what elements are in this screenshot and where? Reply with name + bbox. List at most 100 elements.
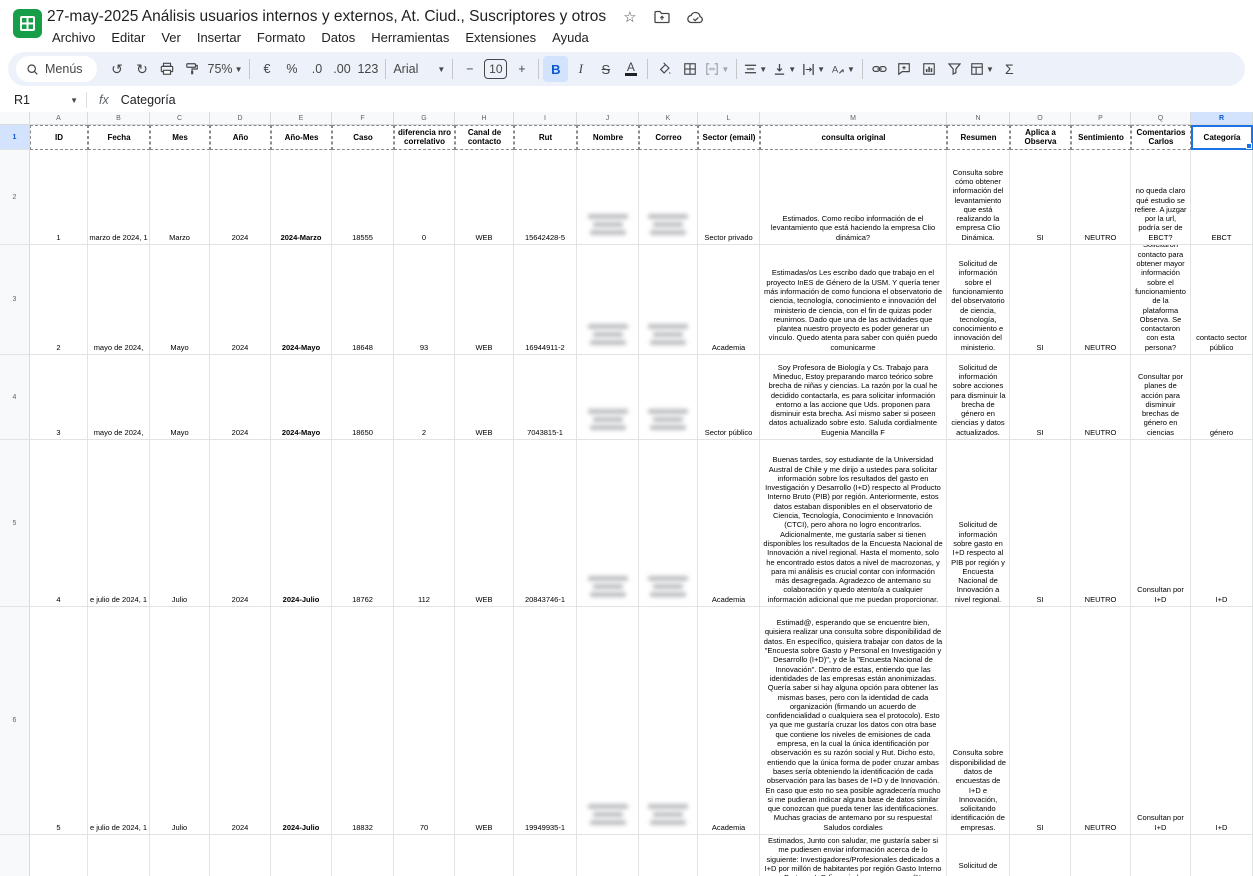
column-header-J[interactable]: J [577,112,639,125]
cell-L6[interactable]: Academia [698,607,760,835]
cell-F7[interactable] [332,835,394,876]
cell-H4[interactable]: WEB [455,355,514,440]
cell-C3[interactable]: Mayo [150,245,210,355]
cell-P5[interactable]: NEUTRO [1071,440,1131,607]
cell-H3[interactable]: WEB [455,245,514,355]
merge-cells-button[interactable]: ▼ [702,56,732,82]
cell-O2[interactable]: SI [1010,150,1071,245]
cell-E2[interactable]: 2024-Marzo [271,150,332,245]
font-size-input[interactable]: 10 [484,59,507,79]
cell-N6[interactable]: Consulta sobre disponibilidad de datos d… [947,607,1010,835]
text-rotation-button[interactable]: A ▼ [828,56,858,82]
cell-R4[interactable]: género [1191,355,1253,440]
cell-Q6[interactable]: Consultan por I+D [1131,607,1191,835]
cell-N3[interactable]: Solicitud de información sobre el funcio… [947,245,1010,355]
column-header-O[interactable]: O [1010,112,1071,125]
cell-N4[interactable]: Solicitud de información sobre acciones … [947,355,1010,440]
cell-G5[interactable]: 112 [394,440,455,607]
cell-Q3[interactable]: Solicitaron contacto para obtener mayor … [1131,245,1191,355]
cell-R5[interactable]: I+D [1191,440,1253,607]
cell-L2[interactable]: Sector privado [698,150,760,245]
cloud-saved-icon[interactable] [687,11,705,24]
cell-I6[interactable]: 19949935-1 [514,607,577,835]
cell-N2[interactable]: Consulta sobre cómo obtener información … [947,150,1010,245]
cell-A5[interactable]: 4 [30,440,88,607]
row-header-2[interactable]: 2 [0,150,30,245]
cell-H7[interactable] [455,835,514,876]
table-views-button[interactable]: ▼ [967,56,997,82]
cell-D4[interactable]: 2024 [210,355,271,440]
cell-B4[interactable]: mayo de 2024, [88,355,150,440]
cell-P1[interactable]: Sentimiento [1071,125,1131,150]
italic-button[interactable]: I [568,56,593,82]
cell-N7[interactable]: Solicitud de [947,835,1010,876]
cell-R6[interactable]: I+D [1191,607,1253,835]
name-box[interactable]: R1 ▼ [0,93,86,107]
menu-insertar[interactable]: Insertar [189,28,249,47]
cell-N5[interactable]: Solicitud de información sobre gasto en … [947,440,1010,607]
cell-K4[interactable] [639,355,698,440]
cell-L7[interactable] [698,835,760,876]
column-header-A[interactable]: A [30,112,88,125]
column-header-B[interactable]: B [88,112,150,125]
cell-A7[interactable] [30,835,88,876]
cell-G6[interactable]: 70 [394,607,455,835]
cell-R7[interactable] [1191,835,1253,876]
column-header-F[interactable]: F [332,112,394,125]
column-header-C[interactable]: C [150,112,210,125]
cell-H1[interactable]: Canal de contacto [455,125,514,150]
column-header-R[interactable]: R [1191,112,1253,125]
cell-P3[interactable]: NEUTRO [1071,245,1131,355]
cell-M6[interactable]: Estimad@, esperando que se encuentre bie… [760,607,947,835]
cell-J1[interactable]: Nombre [577,125,639,150]
column-header-N[interactable]: N [947,112,1010,125]
cell-L5[interactable]: Academia [698,440,760,607]
increase-decimal-button[interactable]: .00 [329,56,354,82]
cell-E6[interactable]: 2024-Julio [271,607,332,835]
fill-handle[interactable] [1246,143,1252,149]
cell-Q2[interactable]: no queda claro qué estudio se refiere. A… [1131,150,1191,245]
cell-E4[interactable]: 2024-Mayo [271,355,332,440]
formula-input[interactable]: Categoría [121,93,176,107]
cell-R3[interactable]: contacto sector público [1191,245,1253,355]
increase-font-size-button[interactable]: + [509,56,534,82]
more-formats-button[interactable]: 123 [354,56,381,82]
menu-archivo[interactable]: Archivo [44,28,103,47]
column-header-P[interactable]: P [1071,112,1131,125]
zoom-select[interactable]: 75% ▼ [205,56,246,82]
decrease-font-size-button[interactable]: − [457,56,482,82]
cell-L4[interactable]: Sector público [698,355,760,440]
column-header-E[interactable]: E [271,112,332,125]
cell-I3[interactable]: 16944911-2 [514,245,577,355]
borders-button[interactable] [677,56,702,82]
cell-M4[interactable]: Soy Profesora de Biología y Cs. Trabajo … [760,355,947,440]
decrease-decimal-button[interactable]: .0 [304,56,329,82]
strikethrough-button[interactable]: S [593,56,618,82]
cell-M5[interactable]: Buenas tardes, soy estudiante de la Univ… [760,440,947,607]
cell-C7[interactable] [150,835,210,876]
text-color-button[interactable]: A [618,56,643,82]
row-header-3[interactable]: 3 [0,245,30,355]
cell-P2[interactable]: NEUTRO [1071,150,1131,245]
cell-O7[interactable] [1010,835,1071,876]
cell-I1[interactable]: Rut [514,125,577,150]
menu-editar[interactable]: Editar [103,28,153,47]
menu-ayuda[interactable]: Ayuda [544,28,597,47]
insert-comment-button[interactable] [892,56,917,82]
cell-B1[interactable]: Fecha [88,125,150,150]
cell-E3[interactable]: 2024-Mayo [271,245,332,355]
cell-D3[interactable]: 2024 [210,245,271,355]
column-header-Q[interactable]: Q [1131,112,1191,125]
column-header-H[interactable]: H [455,112,514,125]
cell-C5[interactable]: Julio [150,440,210,607]
cell-K2[interactable] [639,150,698,245]
row-header-4[interactable]: 4 [0,355,30,440]
cell-H6[interactable]: WEB [455,607,514,835]
cell-O1[interactable]: Aplica a Observa [1010,125,1071,150]
cell-D6[interactable]: 2024 [210,607,271,835]
cell-J6[interactable] [577,607,639,835]
row-header-7[interactable]: 7 [0,835,30,876]
cell-F3[interactable]: 18648 [332,245,394,355]
insert-chart-button[interactable] [917,56,942,82]
cell-A2[interactable]: 1 [30,150,88,245]
